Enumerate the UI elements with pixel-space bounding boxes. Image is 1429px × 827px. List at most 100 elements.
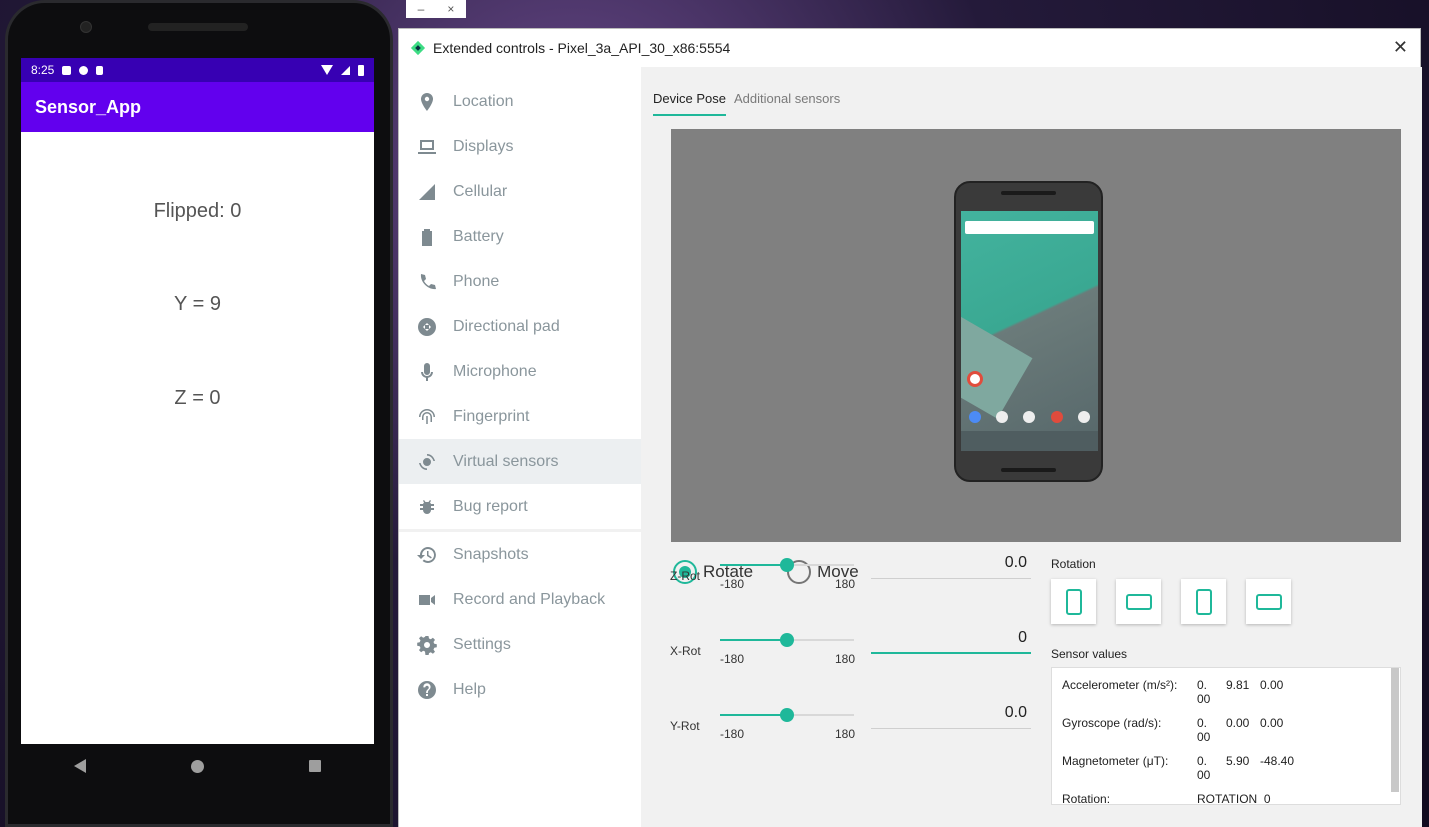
slider-max-label: 180: [835, 652, 856, 666]
sidebar-item-bug-report[interactable]: Bug report: [399, 484, 641, 529]
sidebar-item-record-and-playback[interactable]: Record and Playback: [399, 577, 641, 622]
dpad-icon: [418, 317, 436, 336]
battery-status-icon: [358, 64, 364, 76]
sidebar-item-microphone[interactable]: Microphone: [399, 349, 641, 394]
z-rot-slider[interactable]: [720, 558, 854, 572]
sensor-values-label: Sensor values: [1051, 647, 1128, 661]
dock-camera-icon: [1078, 411, 1091, 423]
device-bottom-grille: [1001, 468, 1056, 472]
sensor-value-y: 0.00: [1226, 716, 1250, 730]
slider-max-label: 180: [835, 727, 856, 741]
y-value-text: Y = 9: [174, 293, 221, 315]
rotate-portrait-button[interactable]: [1051, 579, 1096, 624]
emulator-close-button[interactable]: ×: [447, 2, 454, 16]
x-rot-slider[interactable]: [720, 633, 854, 647]
sensor-value-x: 0. 00: [1197, 678, 1217, 706]
window-title: Extended controls - Pixel_3a_API_30_x86:…: [433, 40, 731, 56]
sidebar-item-settings[interactable]: Settings: [399, 622, 641, 667]
sensor-value-z: 0.00: [1260, 716, 1284, 730]
sensor-value-x-line1: 0.: [1197, 716, 1208, 730]
slider-thumb[interactable]: [780, 558, 794, 572]
y-rot-value-input[interactable]: 0.0: [871, 697, 1031, 729]
sidebar-item-label: Phone: [453, 272, 500, 290]
z-rot-control: Z-Rot -180 180 0.0: [670, 537, 1031, 597]
slider-min-label: -180: [720, 727, 745, 741]
sidebar-item-label: Fingerprint: [453, 407, 530, 425]
sidebar-item-snapshots[interactable]: Snapshots: [399, 532, 641, 577]
sidebar-item-help[interactable]: Help: [399, 667, 641, 712]
phone-icon: [420, 273, 436, 289]
recents-icon[interactable]: [309, 760, 322, 772]
rotate-reverse-landscape-button[interactable]: [1246, 579, 1291, 624]
sidebar-item-label: Help: [453, 680, 486, 698]
tab-bar: Device Pose Additional sensors: [653, 91, 840, 116]
back-icon[interactable]: [73, 759, 86, 773]
sidebar-item-label: Location: [453, 92, 514, 110]
slider-thumb[interactable]: [780, 633, 794, 647]
emulator-toolbar: – ×: [406, 0, 466, 18]
sidebar-item-virtual-sensors[interactable]: Virtual sensors: [399, 439, 641, 484]
extended-controls-window: Extended controls - Pixel_3a_API_30_x86:…: [398, 28, 1422, 827]
earpiece-speaker: [148, 23, 248, 31]
sidebar-item-label: Cellular: [453, 182, 508, 200]
virtual-nav-bar: [961, 431, 1098, 451]
sidebar-item-fingerprint[interactable]: Fingerprint: [399, 394, 641, 439]
slider-label: X-Rot: [670, 644, 701, 658]
dock-chrome-icon: [1050, 411, 1063, 423]
sensor-value-x-line2: 00: [1197, 768, 1211, 782]
help-icon: [418, 680, 436, 699]
x-rot-control: X-Rot -180 180 0: [670, 612, 1031, 672]
sensor-value-x: 0. 00: [1197, 716, 1217, 744]
slider-fill: [720, 564, 787, 566]
android-studio-logo-icon: [411, 41, 425, 55]
sidebar-item-directional-pad[interactable]: Directional pad: [399, 304, 641, 349]
sensor-value-x-line1: 0.: [1197, 678, 1208, 692]
z-value-text: Z = 0: [174, 387, 221, 409]
sidebar-item-label: Record and Playback: [453, 590, 606, 608]
fingerprint-icon: [419, 408, 435, 424]
slider-thumb[interactable]: [780, 708, 794, 722]
sensor-value-z: 0.00: [1260, 678, 1284, 692]
rotate-reverse-portrait-button[interactable]: [1181, 579, 1226, 624]
rotation-label: Rotation: [1051, 557, 1096, 571]
android-nav-bar: [21, 744, 374, 788]
sidebar-item-label: Snapshots: [453, 545, 529, 563]
slider-max-label: 180: [835, 577, 856, 591]
sidebar-item-cellular[interactable]: Cellular: [399, 169, 641, 214]
sidebar-item-label: Settings: [453, 635, 511, 653]
dock-messages-icon: [996, 411, 1009, 423]
device-pose-3d-viewport[interactable]: [671, 129, 1401, 542]
slider-min-label: -180: [720, 652, 745, 666]
sidebar-item-phone[interactable]: Phone: [399, 259, 641, 304]
gear-icon: [417, 635, 437, 655]
y-rot-slider[interactable]: [720, 708, 854, 722]
sidebar-item-battery[interactable]: Battery: [399, 214, 641, 259]
sensor-values-scrollbar[interactable]: [1391, 668, 1399, 792]
notification-play-icon: [79, 65, 89, 75]
notification-a-icon: [62, 65, 72, 75]
sensor-value-x-line2: 00: [1197, 730, 1211, 744]
tab-device-pose[interactable]: Device Pose: [653, 91, 726, 116]
sensor-value-y: 5.90: [1226, 754, 1250, 768]
home-icon[interactable]: [190, 759, 204, 773]
sidebar-item-label: Battery: [453, 227, 504, 245]
wallpaper-shape: [961, 313, 1033, 419]
z-rot-value-input[interactable]: 0.0: [871, 547, 1031, 579]
sensor-value-y: 9.81: [1226, 678, 1250, 692]
microphone-icon: [421, 362, 433, 381]
sensor-value-x: ROTATION_0: [1197, 792, 1317, 805]
sensor-values-box[interactable]: Accelerometer (m/s²): 0. 00 9.81 0.00 Gyrosco…: [1051, 667, 1401, 805]
virtual-sensors-icon: [419, 453, 435, 470]
x-rot-value-input[interactable]: 0: [871, 622, 1031, 654]
google-search-bar: [965, 221, 1094, 234]
tab-additional-sensors[interactable]: Additional sensors: [734, 91, 840, 116]
sensor-value-x-line2: 00: [1197, 692, 1211, 706]
sidebar-item-displays[interactable]: Displays: [399, 124, 641, 169]
phone-screen[interactable]: 8:25 Sensor_App Flipped: 0 Y = 9 Z = 0: [21, 58, 374, 744]
rotate-landscape-button[interactable]: [1116, 579, 1161, 624]
sidebar-item-location[interactable]: Location: [399, 79, 641, 124]
window-close-button[interactable]: ✕: [1393, 37, 1408, 58]
minimize-button[interactable]: –: [418, 2, 425, 16]
battery-icon: [422, 228, 432, 246]
sensor-value-x-line1: ROTATION_0: [1197, 792, 1271, 805]
